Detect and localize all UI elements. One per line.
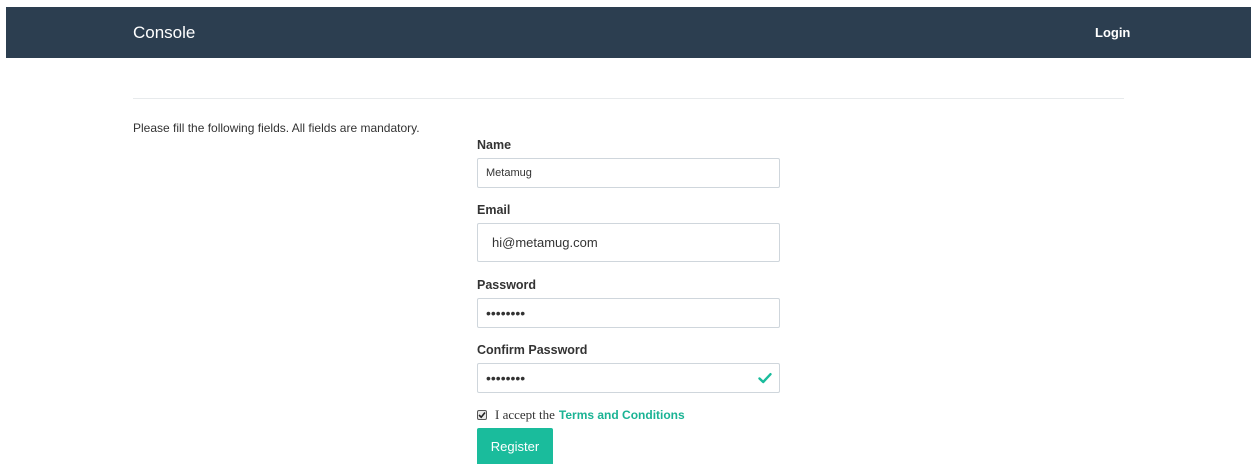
- register-page: Console Login Please fill the following …: [0, 0, 1251, 464]
- name-label: Name: [477, 138, 512, 152]
- password-label: Password: [477, 278, 537, 292]
- confirm-password-label: Confirm Password: [477, 343, 588, 357]
- confirm-password-input[interactable]: [477, 363, 780, 393]
- name-input[interactable]: [477, 158, 780, 188]
- divider: [133, 98, 1124, 99]
- login-link[interactable]: Login: [1095, 24, 1130, 42]
- brand-title[interactable]: Console: [133, 23, 195, 43]
- register-button[interactable]: Register: [477, 428, 553, 464]
- email-input[interactable]: [477, 223, 780, 262]
- password-input[interactable]: [477, 298, 780, 328]
- top-navbar: Console Login: [6, 7, 1251, 58]
- check-icon: [757, 370, 773, 386]
- terms-row: I accept the Terms and Conditions: [477, 407, 685, 423]
- terms-text: I accept the: [495, 407, 555, 422]
- email-label: Email: [477, 203, 511, 217]
- form-instructions: Please fill the following fields. All fi…: [133, 121, 420, 135]
- terms-checkbox[interactable]: [477, 410, 487, 420]
- terms-link[interactable]: Terms and Conditions: [559, 407, 685, 423]
- checkbox-checked-icon: [478, 411, 486, 419]
